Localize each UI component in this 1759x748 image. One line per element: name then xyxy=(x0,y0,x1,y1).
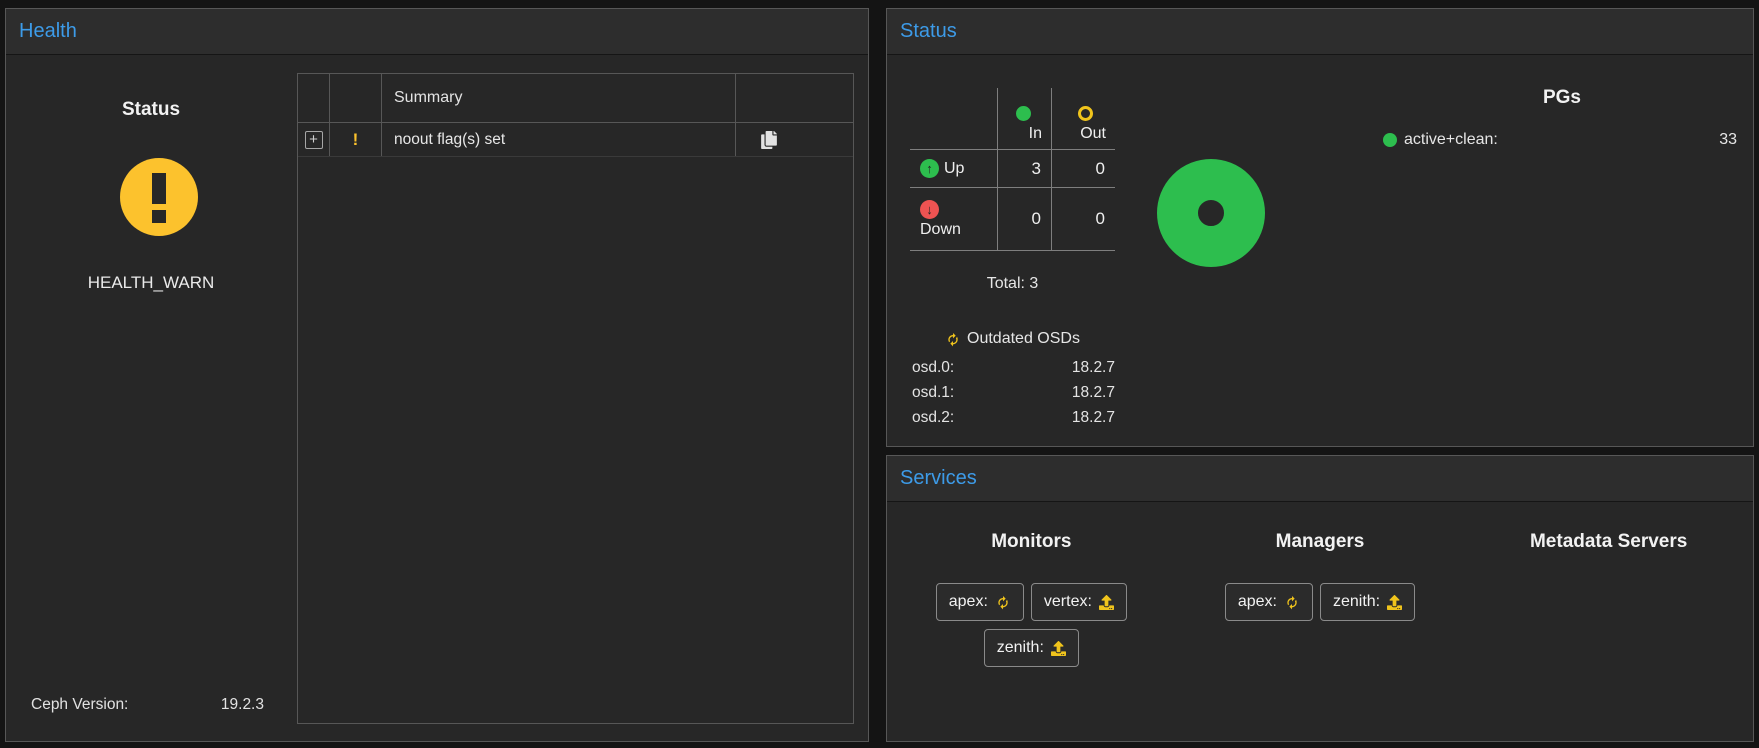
summary-text-cell: noout flag(s) set xyxy=(382,123,736,156)
health-status-value: HEALTH_WARN xyxy=(6,273,296,293)
service-badge-monitor-apex[interactable]: apex: xyxy=(936,583,1024,621)
osd-up-in-value: 3 xyxy=(998,150,1052,188)
refresh-icon xyxy=(945,331,961,347)
managers-column: Managers apex: zenith: xyxy=(1176,503,1465,741)
severity-cell: ! xyxy=(330,123,382,156)
services-columns: Monitors apex: vertex: zenith: xyxy=(887,503,1753,741)
summary-header-action-cell xyxy=(736,74,853,122)
service-badge-label: apex: xyxy=(949,593,988,611)
osd-status-table: In Out Up 3 0 Down 0 0 xyxy=(910,88,1115,251)
summary-header-severity-cell xyxy=(330,74,382,122)
up-circle-icon xyxy=(920,159,939,178)
pgs-legend-label: active+clean: xyxy=(1404,131,1498,149)
services-panel-header: Services xyxy=(887,456,1753,502)
health-summary-table: Summary ! noout flag(s) set xyxy=(297,73,854,724)
health-panel: Health Status HEALTH_WARN Ceph Version: … xyxy=(5,8,869,742)
osd-total: Total: 3 xyxy=(910,275,1115,293)
down-circle-icon xyxy=(920,200,939,219)
osd-list-item: osd.1: 18.2.7 xyxy=(912,384,1115,402)
summary-header-expand-cell xyxy=(298,74,330,122)
osd-name: osd.0: xyxy=(912,359,954,377)
service-badge-label: zenith: xyxy=(997,639,1044,657)
osd-down-out-value: 0 xyxy=(1052,188,1115,251)
refresh-icon xyxy=(1284,594,1300,610)
osd-down-label-cell: Down xyxy=(910,188,998,251)
summary-table-row[interactable]: ! noout flag(s) set xyxy=(298,123,853,157)
osd-out-header: Out xyxy=(1080,125,1106,143)
osd-name: osd.1: xyxy=(912,384,954,402)
osd-down-label: Down xyxy=(920,221,961,239)
pgs-legend-dot-icon xyxy=(1383,133,1397,147)
status-panel-title: Status xyxy=(900,20,957,43)
in-dot-icon xyxy=(1016,106,1031,121)
out-ring-icon xyxy=(1078,106,1093,121)
exclamation-dot xyxy=(152,210,166,223)
osd-name: osd.2: xyxy=(912,409,954,427)
pgs-legend-value: 33 xyxy=(1719,131,1737,149)
pgs-legend: active+clean: 33 xyxy=(1383,131,1737,149)
osd-up-label-cell: Up xyxy=(910,150,998,188)
health-status-heading: Status xyxy=(6,99,296,121)
outdated-osds-label: Outdated OSDs xyxy=(967,330,1080,348)
osd-up-out-value: 0 xyxy=(1052,150,1115,188)
services-panel: Services Monitors apex: vertex: xyxy=(886,455,1754,742)
osd-up-label: Up xyxy=(944,160,964,178)
upload-icon xyxy=(1387,595,1402,610)
expand-icon[interactable] xyxy=(305,131,323,149)
summary-column-header[interactable]: Summary xyxy=(382,74,736,122)
osd-down-in-value: 0 xyxy=(998,188,1052,251)
osd-in-header-cell: In xyxy=(998,88,1052,150)
health-warn-icon xyxy=(120,158,198,236)
osd-in-header: In xyxy=(1029,125,1042,143)
health-panel-header: Health xyxy=(6,9,868,55)
refresh-icon xyxy=(995,594,1011,610)
osd-list-item: osd.0: 18.2.7 xyxy=(912,359,1115,377)
exclamation-bar xyxy=(152,173,166,204)
ceph-version-value: 19.2.3 xyxy=(221,696,264,714)
warning-severity-icon: ! xyxy=(353,130,359,150)
osd-table-corner-cell xyxy=(910,88,998,150)
metadata-servers-column: Metadata Servers xyxy=(1464,503,1753,741)
monitors-column: Monitors apex: vertex: zenith: xyxy=(887,503,1176,741)
metadata-servers-heading: Metadata Servers xyxy=(1464,531,1753,553)
status-panel-header: Status xyxy=(887,9,1753,55)
managers-heading: Managers xyxy=(1176,531,1465,553)
health-panel-title: Health xyxy=(19,20,77,43)
ceph-version-row: Ceph Version: 19.2.3 xyxy=(31,696,264,714)
managers-badges: apex: zenith: xyxy=(1176,583,1465,621)
pgs-donut-chart xyxy=(1157,159,1265,267)
service-badge-label: zenith: xyxy=(1333,593,1380,611)
action-cell xyxy=(736,123,853,156)
ceph-version-label: Ceph Version: xyxy=(31,696,128,714)
service-badge-manager-apex[interactable]: apex: xyxy=(1225,583,1313,621)
summary-row-text: noout flag(s) set xyxy=(394,131,505,149)
summary-table-header-row: Summary xyxy=(298,74,853,123)
expand-cell xyxy=(298,123,330,156)
osd-version: 18.2.7 xyxy=(1072,384,1115,402)
service-badge-label: vertex: xyxy=(1044,593,1092,611)
osd-version: 18.2.7 xyxy=(1072,409,1115,427)
service-badge-monitor-vertex[interactable]: vertex: xyxy=(1031,583,1127,621)
service-badge-monitor-zenith[interactable]: zenith: xyxy=(984,629,1079,667)
pgs-heading: PGs xyxy=(1487,87,1637,109)
monitors-heading: Monitors xyxy=(887,531,1176,553)
osd-version: 18.2.7 xyxy=(1072,359,1115,377)
osd-out-header-cell: Out xyxy=(1052,88,1115,150)
osd-list-item: osd.2: 18.2.7 xyxy=(912,409,1115,427)
upload-icon xyxy=(1099,595,1114,610)
copy-icon[interactable] xyxy=(761,131,777,149)
service-badge-manager-zenith[interactable]: zenith: xyxy=(1320,583,1415,621)
status-panel: Status In Out Up 3 0 Down 0 0 Total: 3 O… xyxy=(886,8,1754,447)
service-badge-label: apex: xyxy=(1238,593,1277,611)
upload-icon xyxy=(1051,641,1066,656)
monitors-badges: apex: vertex: zenith: xyxy=(887,583,1176,667)
services-panel-title: Services xyxy=(900,467,977,490)
outdated-osds-list: osd.0: 18.2.7 osd.1: 18.2.7 osd.2: 18.2.… xyxy=(912,359,1115,427)
outdated-osds-heading: Outdated OSDs xyxy=(910,330,1115,348)
